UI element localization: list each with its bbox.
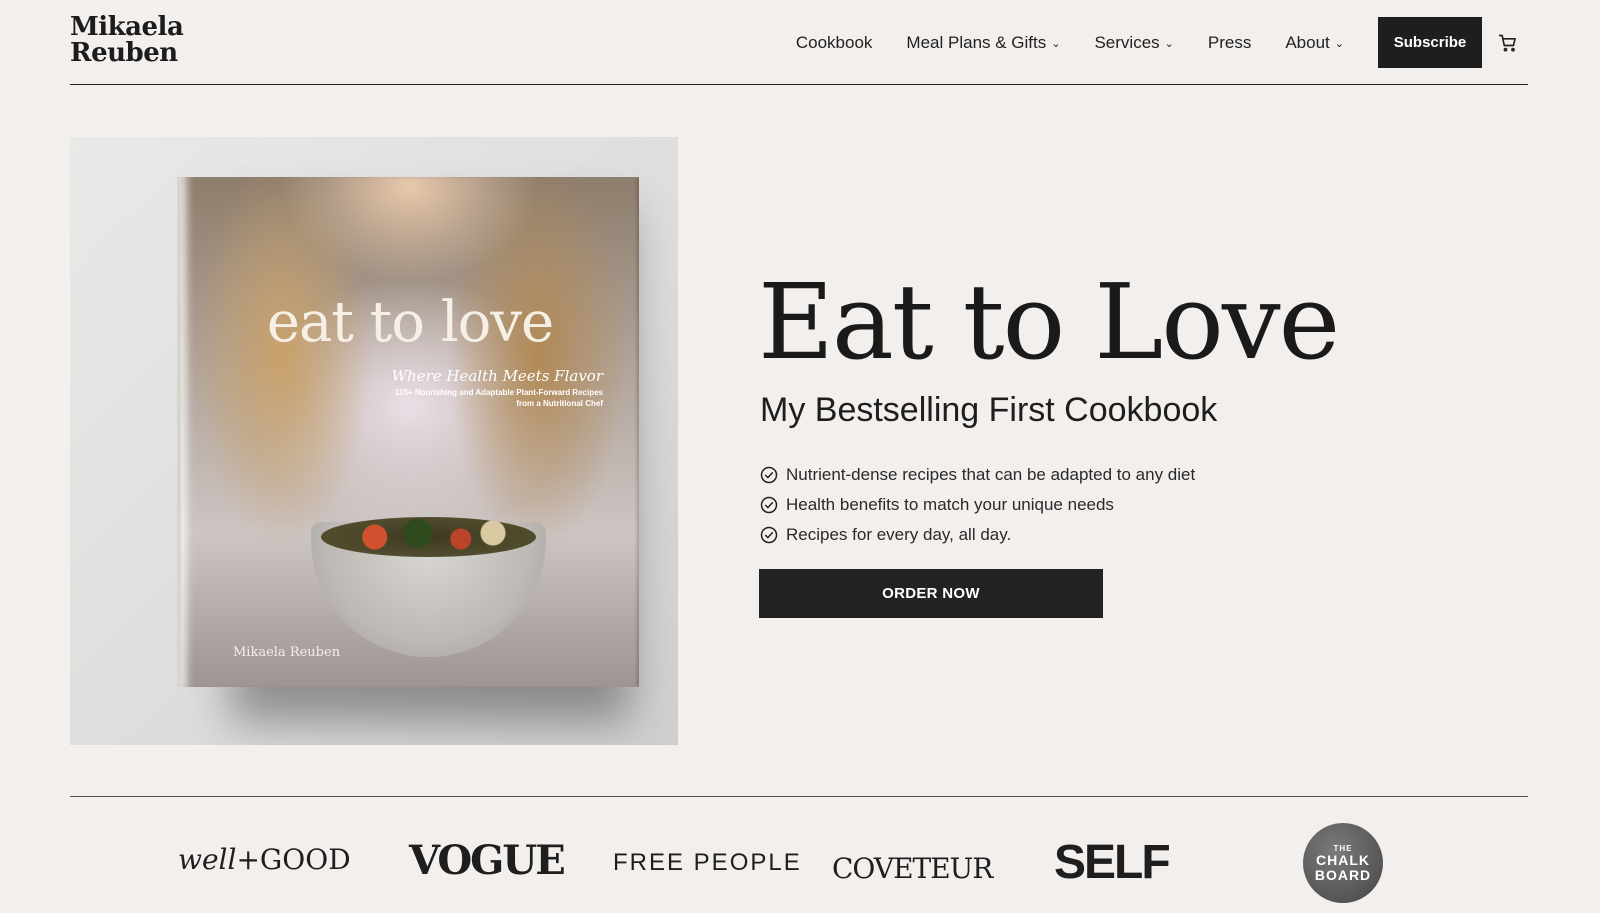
press-logo-coveteur: COVETEUR: [832, 852, 993, 885]
nav-item-label: About: [1285, 32, 1330, 52]
logo-text: CHALK: [1316, 851, 1370, 868]
cookbook-cover-image: eat to love Where Health Meets Flavor 11…: [70, 137, 678, 745]
chevron-down-icon: ⌄: [1051, 38, 1061, 50]
nav-item-cookbook[interactable]: Cookbook: [796, 33, 873, 53]
book-cover-author: Mikaela Reuben: [233, 645, 341, 660]
book-cover: eat to love Where Health Meets Flavor 11…: [177, 177, 639, 687]
logo-line-1: Mikaela: [70, 12, 184, 42]
cart-icon[interactable]: [1498, 33, 1518, 53]
site-logo[interactable]: Mikaela Reuben: [70, 12, 184, 68]
feature-text: Health benefits to match your unique nee…: [786, 495, 1114, 514]
logo-text: +GOOD: [236, 843, 351, 876]
logo-line-2: Reuben: [70, 38, 178, 68]
nav-item-label: Press: [1207, 32, 1252, 52]
press-logo-vogue: VOGUE: [409, 837, 566, 884]
press-logo-free-people: FREE PEOPLE: [613, 849, 802, 876]
order-now-button[interactable]: ORDER NOW: [759, 569, 1103, 618]
nav-item-label: Meal Plans & Gifts: [906, 32, 1047, 52]
subscribe-button[interactable]: Subscribe: [1378, 17, 1482, 68]
nav-item-label: Cookbook: [795, 32, 873, 52]
feature-item: Nutrient-dense recipes that can be adapt…: [760, 460, 1195, 490]
book-cover-tagline: Where Health Meets Flavor: [391, 367, 603, 385]
feature-text: Recipes for every day, all day.: [786, 525, 1012, 544]
feature-list: Nutrient-dense recipes that can be adapt…: [760, 460, 1195, 550]
book-cover-subtitle: 115+ Nourishing and Adaptable Plant-Forw…: [395, 388, 603, 408]
feature-text: Nutrient-dense recipes that can be adapt…: [786, 465, 1196, 484]
logo-text: well: [178, 843, 237, 876]
hero-title: Eat to Love: [758, 261, 1340, 383]
check-circle-icon: [760, 496, 778, 514]
nav-item-about[interactable]: About ⌄: [1285, 33, 1344, 53]
nav-item-services[interactable]: Services ⌄: [1094, 33, 1173, 53]
logo-text: BOARD: [1314, 866, 1372, 883]
header-divider: [70, 84, 1528, 85]
check-circle-icon: [760, 466, 778, 484]
chevron-down-icon: ⌄: [1164, 38, 1174, 50]
feature-item: Health benefits to match your unique nee…: [760, 490, 1195, 520]
press-logo-self: SELF: [1054, 836, 1171, 889]
salad: [321, 517, 536, 557]
nav-item-label: Services: [1094, 32, 1160, 52]
press-logo-chalkboard: THE CHALK BOARD: [1303, 823, 1383, 903]
press-divider: [70, 796, 1528, 797]
check-circle-icon: [760, 526, 778, 544]
main-nav: Cookbook Meal Plans & Gifts ⌄ Services ⌄…: [796, 17, 1518, 68]
nav-item-meal-plans-gifts[interactable]: Meal Plans & Gifts ⌄: [906, 33, 1060, 53]
hero-subtitle: My Bestselling First Cookbook: [760, 391, 1218, 429]
book-cover-title: eat to love: [266, 290, 554, 355]
press-logo-well-good: well+GOOD: [178, 843, 351, 876]
feature-item: Recipes for every day, all day.: [760, 520, 1195, 550]
chevron-down-icon: ⌄: [1334, 38, 1344, 50]
nav-item-press[interactable]: Press: [1208, 33, 1251, 53]
